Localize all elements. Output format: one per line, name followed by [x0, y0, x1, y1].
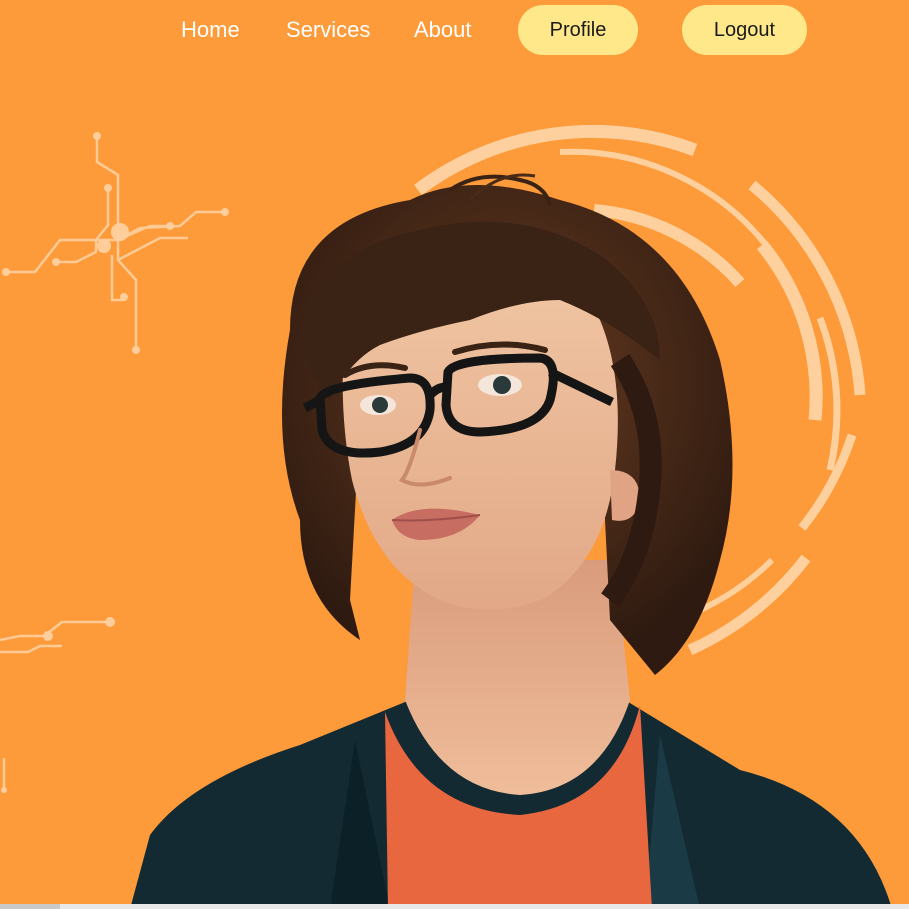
scrollbar-thumb[interactable] — [0, 904, 60, 909]
horizontal-scrollbar[interactable] — [0, 904, 909, 909]
logout-button[interactable]: Logout — [682, 5, 807, 55]
nav-link-services[interactable]: Services — [286, 16, 370, 44]
top-navigation: Home Services About Profile Logout — [0, 0, 909, 60]
nav-link-home[interactable]: Home — [181, 16, 240, 44]
profile-button[interactable]: Profile — [518, 5, 638, 55]
hero-portrait-image — [130, 173, 892, 909]
nav-link-about[interactable]: About — [414, 16, 472, 44]
page: Home Services About Profile Logout — [0, 0, 909, 909]
